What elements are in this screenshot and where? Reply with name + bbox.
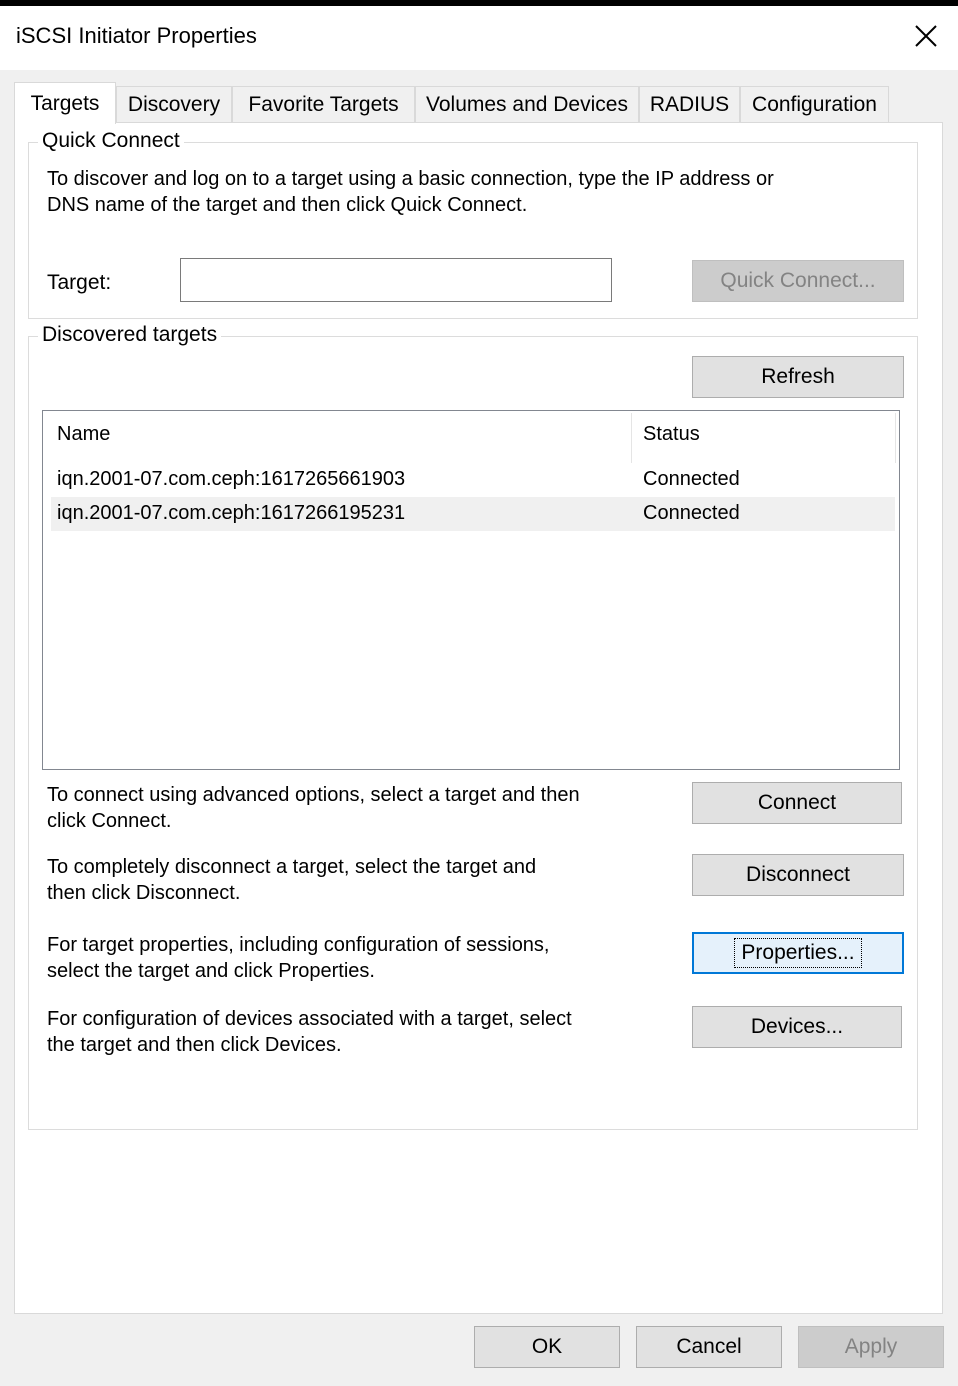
tab-configuration[interactable]: Configuration [740,86,889,122]
quick-connect-description-line2: DNS name of the target and then click Qu… [47,194,528,216]
connect-button[interactable]: Connect [692,782,902,824]
cancel-button[interactable]: Cancel [636,1326,782,1368]
table-row[interactable]: iqn.2001-07.com.ceph:1617265661903 Conne… [51,463,895,497]
row-status: Connected [643,468,740,490]
properties-button[interactable]: Properties... [692,932,904,974]
refresh-button[interactable]: Refresh [692,356,904,398]
tab-favorite-targets[interactable]: Favorite Targets [232,86,415,122]
column-separator[interactable] [895,413,896,463]
disconnect-description-line1: To completely disconnect a target, selec… [47,856,537,878]
connect-description-line2: click Connect. [47,810,172,832]
row-name: iqn.2001-07.com.ceph:1617265661903 [57,468,406,490]
column-separator[interactable] [631,413,632,463]
quick-connect-description-line1: To discover and log on to a target using… [47,168,774,190]
tab-targets[interactable]: Targets [14,82,116,124]
title-bar: iSCSI Initiator Properties [0,6,958,70]
devices-description-line1: For configuration of devices associated … [47,1008,572,1030]
table-row[interactable]: iqn.2001-07.com.ceph:1617266195231 Conne… [51,497,895,531]
close-icon [915,25,937,47]
properties-description-line2: select the target and click Properties. [47,960,375,982]
targets-list[interactable]: Name Status iqn.2001-07.com.ceph:1617265… [42,410,900,770]
column-header-status[interactable]: Status [643,423,700,446]
disconnect-button[interactable]: Disconnect [692,854,904,896]
connect-description-line1: To connect using advanced options, selec… [47,784,580,806]
target-input[interactable] [180,258,612,302]
disconnect-description-line2: then click Disconnect. [47,882,241,904]
devices-description-line2: the target and then click Devices. [47,1034,342,1056]
tab-volumes-and-devices[interactable]: Volumes and Devices [415,86,639,122]
tab-radius[interactable]: RADIUS [639,86,740,122]
dialog-window: iSCSI Initiator Properties Targets Disco… [0,6,958,1386]
apply-button[interactable]: Apply [798,1326,944,1368]
properties-description-line1: For target properties, including configu… [47,934,550,956]
quick-connect-button[interactable]: Quick Connect... [692,260,904,302]
window-title: iSCSI Initiator Properties [16,23,257,48]
row-status: Connected [643,502,740,524]
properties-button-label: Properties... [734,938,862,968]
row-name: iqn.2001-07.com.ceph:1617266195231 [57,502,406,524]
ok-button[interactable]: OK [474,1326,620,1368]
target-label: Target: [47,271,112,294]
quick-connect-legend: Quick Connect [38,129,184,153]
column-header-name[interactable]: Name [57,423,110,446]
devices-button[interactable]: Devices... [692,1006,902,1048]
close-button[interactable] [894,6,958,66]
discovered-targets-legend: Discovered targets [38,323,222,347]
tab-discovery[interactable]: Discovery [116,86,232,122]
